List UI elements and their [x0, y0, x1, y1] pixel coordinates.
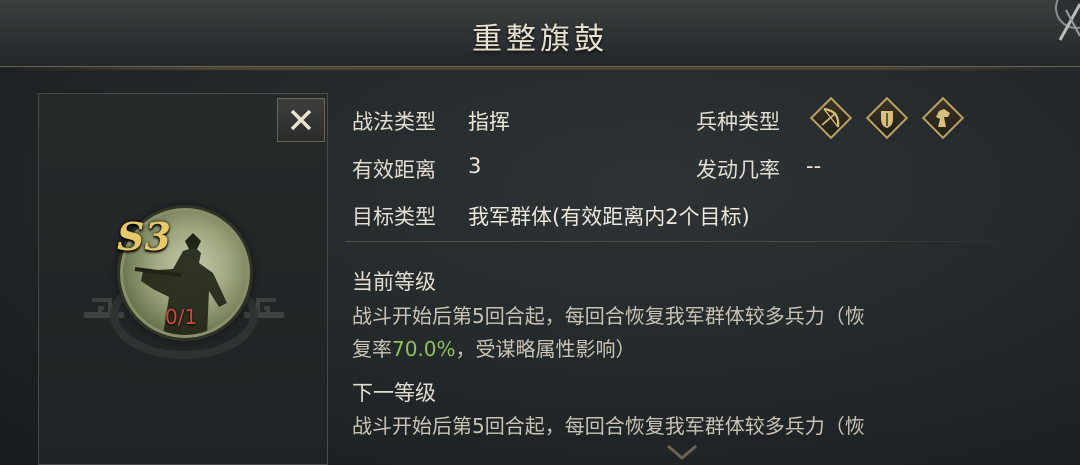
- next-desc-line1: 战斗开始后第5回合起，每回合恢复我军群体较多兵力（恢: [352, 414, 865, 438]
- close-icon: [290, 109, 312, 131]
- range-value: 3: [468, 154, 482, 178]
- skill-type-label: 战法类型: [352, 110, 436, 134]
- skill-grade-badge: S3: [117, 214, 171, 259]
- next-level-description: 战斗开始后第5回合起，每回合恢复我军群体较多兵力（恢: [352, 410, 1012, 443]
- corner-crossed-swords-icon[interactable]: [1036, 0, 1080, 44]
- current-desc-line1: 战斗开始后第5回合起，每回合恢复我军群体较多兵力（恢: [352, 304, 865, 328]
- current-level-description: 战斗开始后第5回合起，每回合恢复我军群体较多兵力（恢 复率70.0%，受谋略属性…: [352, 300, 1012, 366]
- chance-value: --: [806, 154, 822, 178]
- dialog-title: 重整旗鼓: [472, 22, 608, 57]
- arm-type-label: 兵种类型: [696, 110, 780, 134]
- current-desc-line2: 复率70.0%，受谋略属性影响）: [352, 337, 636, 361]
- range-label: 有效距离: [352, 158, 436, 182]
- skill-level: 0/1: [165, 305, 198, 329]
- skill-type-value: 指挥: [468, 110, 510, 134]
- close-button[interactable]: [277, 98, 325, 142]
- target-value: 我军群体(有效距离内2个目标): [468, 205, 750, 229]
- next-level-heading: 下一等级: [352, 381, 436, 405]
- recovery-rate-value: 70.0%: [392, 337, 456, 361]
- divider: [345, 241, 1020, 242]
- target-label: 目标类型: [352, 205, 436, 229]
- chance-label: 发动几率: [696, 158, 780, 182]
- title-bar: 重整旗鼓: [0, 0, 1080, 70]
- scroll-down-chevron-icon[interactable]: [664, 440, 700, 465]
- current-level-heading: 当前等级: [352, 270, 436, 294]
